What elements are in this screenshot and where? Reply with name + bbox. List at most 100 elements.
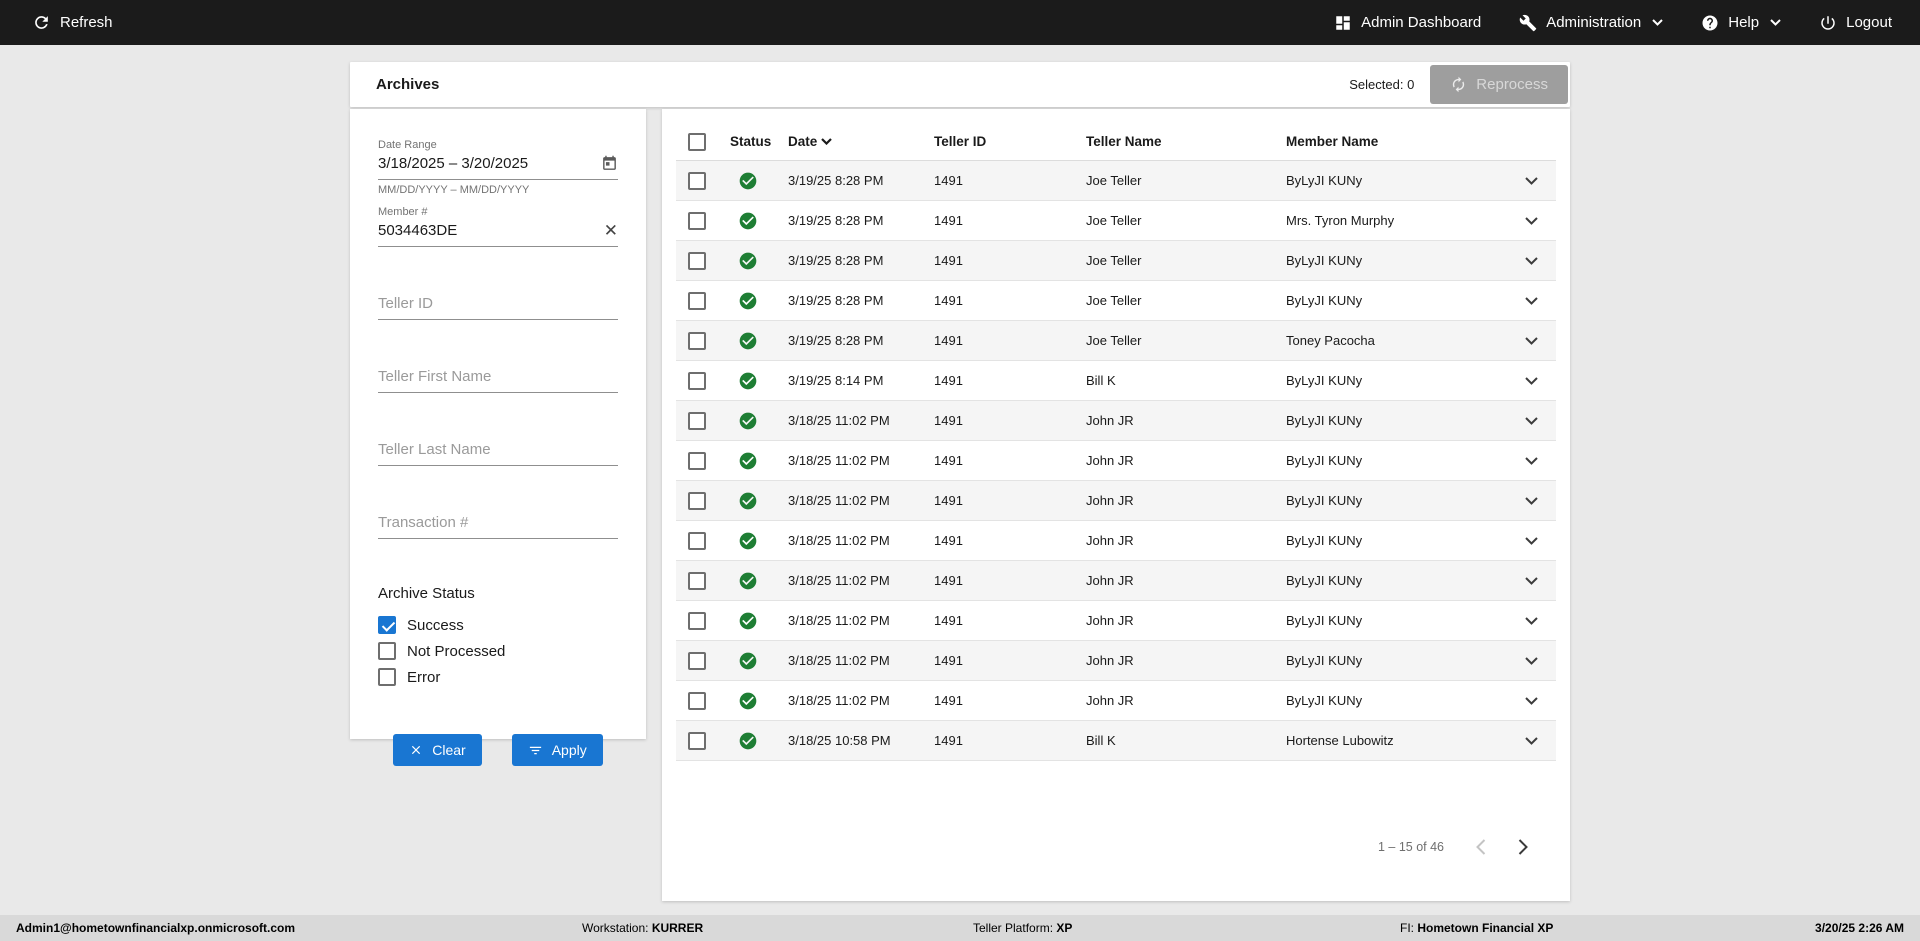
expand-row-chevron-icon[interactable] — [1521, 453, 1542, 469]
row-checkbox[interactable] — [688, 611, 706, 630]
success-status-icon — [738, 251, 758, 271]
date-range-field: Date Range 3/18/2025 – 3/20/2025 MM/DD/Y… — [378, 139, 618, 196]
admin-dashboard-button[interactable]: Admin Dashboard — [1334, 14, 1481, 32]
previous-page-button[interactable] — [1476, 839, 1486, 855]
row-checkbox[interactable] — [688, 691, 706, 710]
help-menu[interactable]: Help — [1701, 14, 1781, 32]
refresh-button[interactable]: Refresh — [32, 13, 113, 32]
column-header-teller-name[interactable]: Teller Name — [1086, 134, 1286, 149]
page: Refresh Admin Dashboard Administration H… — [0, 0, 1920, 941]
teller-first-name-input[interactable]: Teller First Name — [378, 364, 618, 393]
clear-button[interactable]: Clear — [393, 734, 482, 766]
expand-row-chevron-icon[interactable] — [1521, 653, 1542, 669]
row-teller-id: 1491 — [934, 453, 963, 468]
date-range-label: Date Range — [378, 139, 437, 151]
refresh-label: Refresh — [60, 14, 113, 31]
success-status-icon — [738, 331, 758, 351]
reprocess-button[interactable]: Reprocess — [1430, 65, 1568, 104]
expand-row-chevron-icon[interactable] — [1521, 693, 1542, 709]
expand-row-chevron-icon[interactable] — [1521, 213, 1542, 229]
member-number-label: Member # — [378, 206, 428, 218]
row-checkbox[interactable] — [688, 211, 706, 230]
teller-last-name-placeholder: Teller Last Name — [378, 441, 491, 458]
row-checkbox[interactable] — [688, 331, 706, 350]
row-checkbox[interactable] — [688, 171, 706, 190]
date-range-helper: MM/DD/YYYY – MM/DD/YYYY — [378, 184, 530, 196]
teller-id-input[interactable]: Teller ID — [378, 291, 618, 320]
row-checkbox[interactable] — [688, 491, 706, 510]
apply-button-label: Apply — [551, 742, 587, 758]
expand-row-chevron-icon[interactable] — [1521, 613, 1542, 629]
teller-id-field: Teller ID — [378, 291, 618, 320]
date-column-label: Date — [788, 134, 818, 149]
row-checkbox[interactable] — [688, 571, 706, 590]
expand-row-chevron-icon[interactable] — [1521, 373, 1542, 389]
archives-table-card: Status Date Teller ID Teller Name Member… — [662, 109, 1570, 901]
row-checkbox[interactable] — [688, 251, 706, 270]
expand-row-chevron-icon[interactable] — [1521, 493, 1542, 509]
transaction-number-input[interactable]: Transaction # — [378, 510, 618, 539]
status-checkbox[interactable] — [378, 668, 396, 686]
column-header-date[interactable]: Date — [788, 134, 934, 149]
success-status-icon — [738, 411, 758, 431]
row-member-name: ByLyJI KUNy — [1286, 613, 1363, 628]
success-status-icon — [738, 371, 758, 391]
financial-institution-info: FI: Hometown Financial XP — [1400, 921, 1553, 935]
row-date: 3/19/25 8:28 PM — [788, 253, 884, 268]
next-page-button[interactable] — [1518, 839, 1528, 855]
table-row: 3/19/25 8:28 PM 1491 Joe Teller ByLyJI K… — [676, 241, 1556, 281]
success-status-icon — [738, 171, 758, 191]
expand-row-chevron-icon[interactable] — [1521, 293, 1542, 309]
workstation-info: Workstation: KURRER — [582, 921, 703, 935]
column-header-teller-id[interactable]: Teller ID — [934, 134, 1086, 149]
archive-status-option[interactable]: Success — [378, 616, 618, 634]
logout-button[interactable]: Logout — [1819, 14, 1892, 32]
row-member-name: ByLyJI KUNy — [1286, 573, 1363, 588]
expand-row-chevron-icon[interactable] — [1521, 733, 1542, 749]
row-checkbox[interactable] — [688, 731, 706, 750]
header-actions: Selected: 0 Reprocess — [1349, 62, 1568, 107]
expand-row-chevron-icon[interactable] — [1521, 173, 1542, 189]
select-all-checkbox[interactable] — [688, 132, 706, 151]
row-teller-name: John JR — [1086, 653, 1134, 668]
row-member-name: ByLyJI KUNy — [1286, 173, 1363, 188]
expand-row-chevron-icon[interactable] — [1521, 413, 1542, 429]
calendar-icon[interactable] — [601, 155, 618, 172]
date-range-input[interactable]: 3/18/2025 – 3/20/2025 — [378, 151, 618, 180]
success-status-icon — [738, 211, 758, 231]
row-member-name: ByLyJI KUNy — [1286, 373, 1363, 388]
row-checkbox[interactable] — [688, 451, 706, 470]
teller-last-name-input[interactable]: Teller Last Name — [378, 437, 618, 466]
apply-button[interactable]: Apply — [511, 734, 603, 766]
row-teller-id: 1491 — [934, 693, 963, 708]
expand-row-chevron-icon[interactable] — [1521, 333, 1542, 349]
archives-header-bar: Archives Selected: 0 Reprocess — [350, 62, 1570, 107]
clear-member-icon[interactable]: ✕ — [604, 222, 618, 239]
expand-row-chevron-icon[interactable] — [1521, 253, 1542, 269]
chevron-down-icon — [1652, 19, 1663, 26]
status-checkbox[interactable] — [378, 642, 396, 660]
wrench-icon — [1519, 14, 1537, 32]
status-checkbox[interactable] — [378, 616, 396, 634]
member-number-input[interactable]: 5034463DE ✕ — [378, 218, 618, 247]
expand-row-chevron-icon[interactable] — [1521, 533, 1542, 549]
row-checkbox[interactable] — [688, 651, 706, 670]
row-date: 3/18/25 11:02 PM — [788, 573, 890, 588]
expand-row-chevron-icon[interactable] — [1521, 573, 1542, 589]
administration-menu[interactable]: Administration — [1519, 14, 1663, 32]
column-header-member-name[interactable]: Member Name — [1286, 134, 1506, 149]
row-checkbox[interactable] — [688, 291, 706, 310]
row-checkbox[interactable] — [688, 411, 706, 430]
row-teller-id: 1491 — [934, 293, 963, 308]
archive-status-option[interactable]: Error — [378, 668, 618, 686]
pagination: 1 – 15 of 46 — [676, 839, 1556, 855]
row-teller-id: 1491 — [934, 333, 963, 348]
archive-status-option[interactable]: Not Processed — [378, 642, 618, 660]
column-header-status[interactable]: Status — [730, 134, 788, 149]
row-checkbox[interactable] — [688, 531, 706, 550]
row-checkbox[interactable] — [688, 371, 706, 390]
row-date: 3/18/25 11:02 PM — [788, 413, 890, 428]
success-status-icon — [738, 451, 758, 471]
row-teller-name: Joe Teller — [1086, 333, 1142, 348]
top-bar: Refresh Admin Dashboard Administration H… — [0, 0, 1920, 45]
